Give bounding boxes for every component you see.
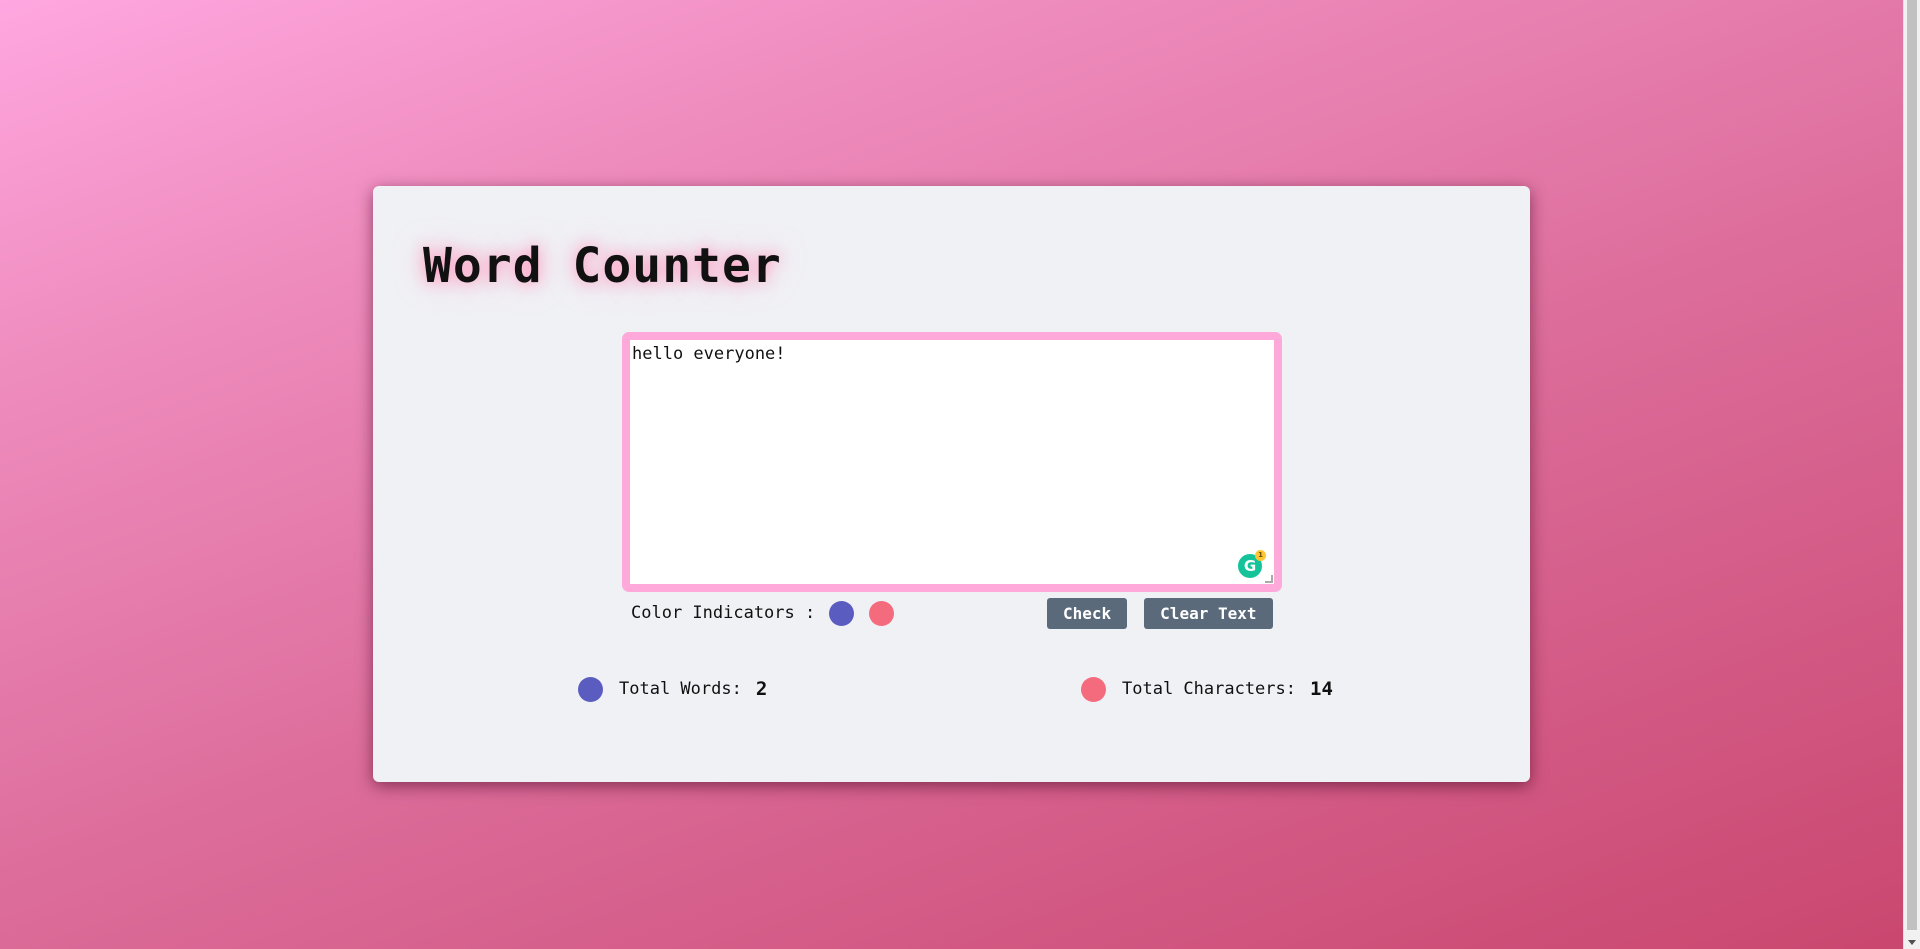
text-input-wrapper: G 1 xyxy=(622,332,1282,592)
page-title: Word Counter xyxy=(423,238,782,294)
clear-text-button[interactable]: Clear Text xyxy=(1144,597,1273,629)
words-color-dot xyxy=(829,600,855,626)
check-button[interactable]: Check xyxy=(1047,597,1128,629)
text-input[interactable] xyxy=(630,340,1274,584)
total-words-stat: Total Words: 2 xyxy=(578,674,767,704)
total-characters-label: Total Characters: xyxy=(1122,679,1296,699)
total-words-label: Total Words: xyxy=(619,679,742,699)
grammarly-icon[interactable]: G 1 xyxy=(1238,550,1266,578)
resize-grip-icon[interactable] xyxy=(1265,575,1273,583)
action-buttons: Check Clear Text xyxy=(1047,596,1290,630)
scrollbar-thumb[interactable] xyxy=(1907,0,1917,930)
total-characters-stat: Total Characters: 14 xyxy=(1081,674,1333,704)
characters-color-dot xyxy=(1081,676,1106,702)
scroll-down-arrow-icon[interactable] xyxy=(1908,940,1916,945)
page-scrollbar[interactable] xyxy=(1903,0,1920,949)
color-indicators: Color Indicators : xyxy=(631,596,909,630)
color-indicators-label: Color Indicators : xyxy=(631,603,816,623)
word-counter-card: Word Counter G 1 Color Indicators : Chec… xyxy=(373,186,1530,782)
grammarly-letter: G xyxy=(1243,557,1257,575)
characters-color-dot xyxy=(869,600,895,626)
grammarly-count-badge: 1 xyxy=(1255,550,1266,561)
total-characters-value: 14 xyxy=(1310,678,1333,700)
words-color-dot xyxy=(578,676,603,702)
total-words-value: 2 xyxy=(755,678,768,700)
